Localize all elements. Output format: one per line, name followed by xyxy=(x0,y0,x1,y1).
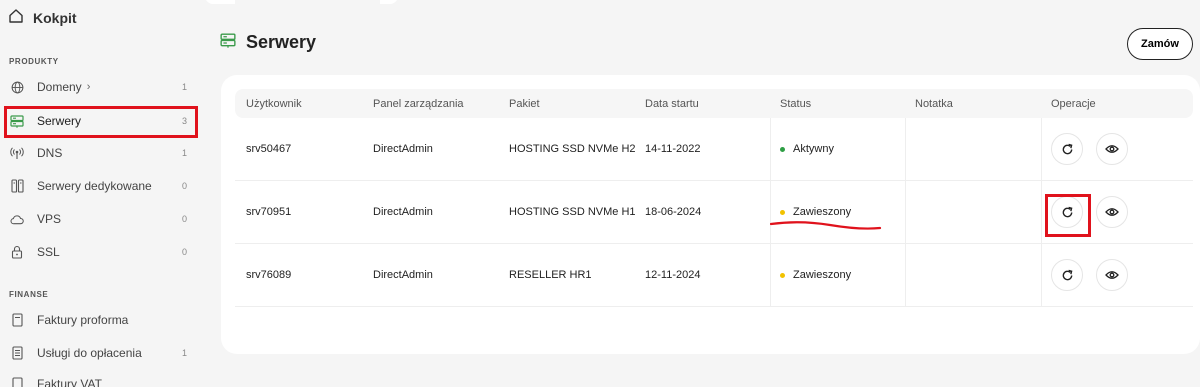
cell-start-date: 12-11-2024 xyxy=(645,269,701,281)
cell-package: HOSTING SSD NVMe H2 xyxy=(509,143,636,155)
refresh-button[interactable] xyxy=(1051,259,1083,291)
item-count: 1 xyxy=(181,82,187,92)
sidebar-item-services-to-pay[interactable]: Usługi do opłacenia 1 xyxy=(10,343,190,363)
sidebar-item-label: Domeny xyxy=(37,80,82,94)
sidebar-item-label: VPS xyxy=(37,212,62,226)
row-operations xyxy=(1051,259,1128,291)
annotation-highlight-servers xyxy=(4,106,198,138)
status-text: Zawieszony xyxy=(793,206,852,218)
document-icon xyxy=(10,313,24,327)
sidebar-item-dedicated-servers[interactable]: Serwery dedykowane 0 xyxy=(10,176,190,196)
cell-user: srv50467 xyxy=(246,143,292,155)
table-row: srv76089 DirectAdmin RESELLER HR1 12-11-… xyxy=(235,244,1193,307)
sidebar-item-dns[interactable]: DNS 1 xyxy=(10,143,190,163)
column-header-note: Notatka xyxy=(915,97,953,110)
page-title-text: Serwery xyxy=(246,32,317,52)
cell-package: HOSTING SSD NVMe H1 xyxy=(509,206,636,218)
sidebar: Kokpit PRODUKTY Domeny › 1 Serwery 3 DNS… xyxy=(0,0,235,387)
sidebar-item-vat-invoices[interactable]: Faktury VAT xyxy=(10,374,190,387)
cell-panel: DirectAdmin xyxy=(373,269,433,281)
status-badge: Zawieszony xyxy=(780,269,851,281)
document-icon xyxy=(10,377,24,387)
dedicated-server-icon xyxy=(10,179,24,193)
globe-icon xyxy=(10,80,24,94)
column-header-user: Użytkownik xyxy=(246,97,302,110)
view-button[interactable] xyxy=(1096,196,1128,228)
cell-package: RESELLER HR1 xyxy=(509,269,592,281)
column-header-start-date: Data startu xyxy=(645,97,699,110)
table-header: Użytkownik Panel zarządzania Pakiet Data… xyxy=(235,89,1193,118)
header-card-fragment xyxy=(380,0,398,4)
item-count: 0 xyxy=(181,214,187,224)
sidebar-item-label: Serwery dedykowane xyxy=(37,179,152,193)
eye-icon xyxy=(1105,145,1119,153)
sidebar-item-label: DNS xyxy=(37,146,63,160)
sidebar-item-dashboard[interactable]: Kokpit xyxy=(8,8,77,28)
item-count: 0 xyxy=(181,181,187,191)
status-dot xyxy=(780,146,785,152)
header-card-fragment xyxy=(205,0,235,4)
home-icon xyxy=(8,8,24,29)
cell-user: srv76089 xyxy=(246,269,292,281)
column-header-status: Status xyxy=(780,97,812,110)
row-operations xyxy=(1051,133,1128,165)
chevron-right-icon: › xyxy=(86,81,91,93)
refresh-icon xyxy=(1062,269,1072,280)
antenna-icon xyxy=(10,146,24,160)
status-text: Zawieszony xyxy=(793,269,852,281)
table-row: srv50467 DirectAdmin HOSTING SSD NVMe H2… xyxy=(235,118,1193,181)
cell-user: srv70951 xyxy=(246,206,292,218)
status-dot xyxy=(780,209,785,215)
order-button[interactable]: Zamów xyxy=(1127,28,1193,60)
annotation-highlight-refresh xyxy=(1045,194,1091,237)
server-icon xyxy=(220,33,236,53)
sidebar-item-label: Faktury VAT xyxy=(37,377,102,387)
status-badge: Zawieszony xyxy=(780,206,851,218)
refresh-icon xyxy=(1062,143,1072,154)
page-title: Serwery xyxy=(220,32,316,53)
cloud-icon xyxy=(10,212,24,226)
section-heading-finance: FINANSE xyxy=(9,290,49,299)
sidebar-item-ssl[interactable]: SSL 0 xyxy=(10,242,190,262)
status-dot xyxy=(780,272,785,278)
status-text: Aktywny xyxy=(793,143,834,155)
cell-start-date: 14-11-2022 xyxy=(645,143,701,155)
section-heading-products: PRODUKTY xyxy=(9,57,59,66)
eye-icon xyxy=(1105,208,1119,216)
column-header-package: Pakiet xyxy=(509,97,540,110)
list-document-icon xyxy=(10,346,24,360)
sidebar-item-label: Usługi do opłacenia xyxy=(37,346,142,360)
annotation-underline xyxy=(770,221,882,230)
status-badge: Aktywny xyxy=(780,143,834,155)
cell-start-date: 18-06-2024 xyxy=(645,206,702,218)
cell-panel: DirectAdmin xyxy=(373,143,433,155)
item-count: 0 xyxy=(181,247,187,257)
sidebar-item-label: SSL xyxy=(37,245,60,259)
column-header-panel: Panel zarządzania xyxy=(373,97,464,110)
eye-icon xyxy=(1105,271,1119,279)
lock-icon xyxy=(10,245,24,259)
refresh-button[interactable] xyxy=(1051,133,1083,165)
column-header-operations: Operacje xyxy=(1051,97,1096,110)
item-count: 1 xyxy=(181,148,187,158)
sidebar-item-proforma-invoices[interactable]: Faktury proforma xyxy=(10,310,190,330)
sidebar-item-domains[interactable]: Domeny › 1 xyxy=(10,77,190,97)
sidebar-item-label: Kokpit xyxy=(33,10,77,26)
view-button[interactable] xyxy=(1096,133,1128,165)
sidebar-item-label: Faktury proforma xyxy=(37,313,129,327)
item-count: 1 xyxy=(181,348,187,358)
sidebar-item-vps[interactable]: VPS 0 xyxy=(10,209,190,229)
view-button[interactable] xyxy=(1096,259,1128,291)
cell-panel: DirectAdmin xyxy=(373,206,433,218)
